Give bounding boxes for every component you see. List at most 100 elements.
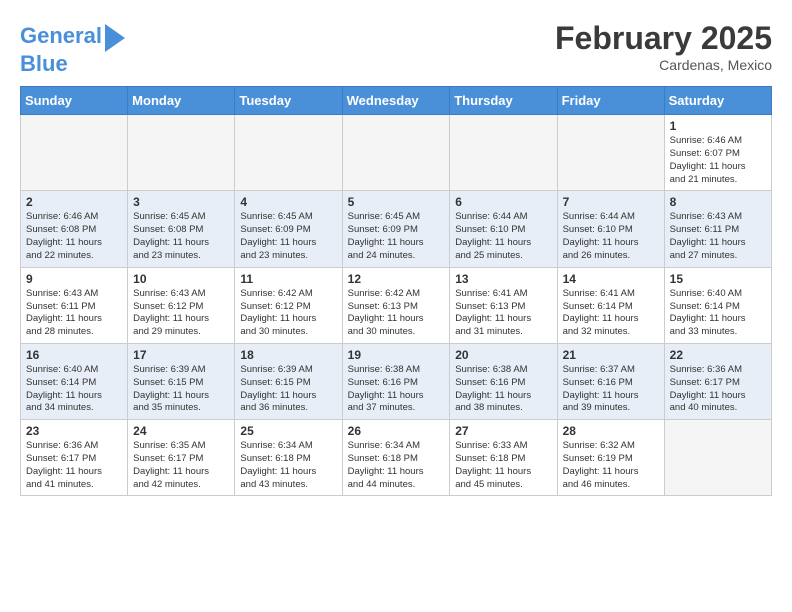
day-number: 26	[348, 424, 445, 438]
day-cell: 12 Sunrise: 6:42 AM Sunset: 6:13 PM Dayli…	[342, 267, 450, 343]
day-cell: 9 Sunrise: 6:43 AM Sunset: 6:11 PM Daylig…	[21, 267, 128, 343]
day-number: 22	[670, 348, 766, 362]
day-number: 1	[670, 119, 766, 133]
header-tuesday: Tuesday	[235, 87, 342, 115]
day-number: 24	[133, 424, 229, 438]
day-info: Sunrise: 6:44 AM Sunset: 6:10 PM Dayligh…	[455, 211, 551, 262]
calendar-week-row: 16 Sunrise: 6:40 AM Sunset: 6:14 PM Dayli…	[21, 343, 772, 419]
day-info: Sunrise: 6:45 AM Sunset: 6:09 PM Dayligh…	[348, 211, 445, 262]
day-info: Sunrise: 6:33 AM Sunset: 6:18 PM Dayligh…	[455, 440, 551, 491]
calendar-title: February 2025	[555, 20, 772, 57]
empty-cell	[235, 115, 342, 191]
day-number: 19	[348, 348, 445, 362]
day-number: 7	[563, 195, 659, 209]
day-number: 3	[133, 195, 229, 209]
day-info: Sunrise: 6:39 AM Sunset: 6:15 PM Dayligh…	[240, 364, 336, 415]
calendar-week-row: 1 Sunrise: 6:46 AM Sunset: 6:07 PM Daylig…	[21, 115, 772, 191]
day-number: 16	[26, 348, 122, 362]
header-sunday: Sunday	[21, 87, 128, 115]
day-info: Sunrise: 6:38 AM Sunset: 6:16 PM Dayligh…	[348, 364, 445, 415]
day-cell: 24 Sunrise: 6:35 AM Sunset: 6:17 PM Dayli…	[128, 420, 235, 496]
day-cell: 1 Sunrise: 6:46 AM Sunset: 6:07 PM Daylig…	[664, 115, 771, 191]
day-cell: 19 Sunrise: 6:38 AM Sunset: 6:16 PM Dayli…	[342, 343, 450, 419]
day-info: Sunrise: 6:41 AM Sunset: 6:14 PM Dayligh…	[563, 288, 659, 339]
day-number: 21	[563, 348, 659, 362]
day-cell: 25 Sunrise: 6:34 AM Sunset: 6:18 PM Dayli…	[235, 420, 342, 496]
calendar-week-row: 9 Sunrise: 6:43 AM Sunset: 6:11 PM Daylig…	[21, 267, 772, 343]
logo-text: General	[20, 24, 102, 48]
day-cell: 17 Sunrise: 6:39 AM Sunset: 6:15 PM Dayli…	[128, 343, 235, 419]
day-cell: 18 Sunrise: 6:39 AM Sunset: 6:15 PM Dayli…	[235, 343, 342, 419]
empty-cell	[21, 115, 128, 191]
day-cell: 6 Sunrise: 6:44 AM Sunset: 6:10 PM Daylig…	[450, 191, 557, 267]
day-info: Sunrise: 6:35 AM Sunset: 6:17 PM Dayligh…	[133, 440, 229, 491]
day-info: Sunrise: 6:40 AM Sunset: 6:14 PM Dayligh…	[670, 288, 766, 339]
calendar-header-row: SundayMondayTuesdayWednesdayThursdayFrid…	[21, 87, 772, 115]
empty-cell	[450, 115, 557, 191]
day-number: 14	[563, 272, 659, 286]
day-info: Sunrise: 6:43 AM Sunset: 6:11 PM Dayligh…	[26, 288, 122, 339]
day-number: 15	[670, 272, 766, 286]
calendar-week-row: 2 Sunrise: 6:46 AM Sunset: 6:08 PM Daylig…	[21, 191, 772, 267]
day-number: 28	[563, 424, 659, 438]
logo-arrow-icon	[105, 24, 125, 52]
day-cell: 28 Sunrise: 6:32 AM Sunset: 6:19 PM Dayli…	[557, 420, 664, 496]
day-number: 8	[670, 195, 766, 209]
day-cell: 7 Sunrise: 6:44 AM Sunset: 6:10 PM Daylig…	[557, 191, 664, 267]
day-number: 25	[240, 424, 336, 438]
day-info: Sunrise: 6:34 AM Sunset: 6:18 PM Dayligh…	[240, 440, 336, 491]
day-cell: 4Sunrise: 6:45 AM Sunset: 6:09 PM Daylig…	[235, 191, 342, 267]
day-info: Sunrise: 6:42 AM Sunset: 6:13 PM Dayligh…	[348, 288, 445, 339]
day-cell: 3 Sunrise: 6:45 AM Sunset: 6:08 PM Daylig…	[128, 191, 235, 267]
day-number: 9	[26, 272, 122, 286]
day-info: Sunrise: 6:41 AM Sunset: 6:13 PM Dayligh…	[455, 288, 551, 339]
day-info: Sunrise: 6:44 AM Sunset: 6:10 PM Dayligh…	[563, 211, 659, 262]
day-cell: 5 Sunrise: 6:45 AM Sunset: 6:09 PM Daylig…	[342, 191, 450, 267]
day-info: Sunrise: 6:36 AM Sunset: 6:17 PM Dayligh…	[26, 440, 122, 491]
calendar-subtitle: Cardenas, Mexico	[555, 57, 772, 73]
day-number: 2	[26, 195, 122, 209]
day-cell: 13 Sunrise: 6:41 AM Sunset: 6:13 PM Dayli…	[450, 267, 557, 343]
day-number: 5	[348, 195, 445, 209]
header-saturday: Saturday	[664, 87, 771, 115]
day-number: 17	[133, 348, 229, 362]
empty-cell	[664, 420, 771, 496]
day-info: Sunrise: 6:36 AM Sunset: 6:17 PM Dayligh…	[670, 364, 766, 415]
day-info: Sunrise: 6:40 AM Sunset: 6:14 PM Dayligh…	[26, 364, 122, 415]
empty-cell	[342, 115, 450, 191]
header-thursday: Thursday	[450, 87, 557, 115]
calendar-table: SundayMondayTuesdayWednesdayThursdayFrid…	[20, 86, 772, 496]
day-number: 20	[455, 348, 551, 362]
day-cell: 11Sunrise: 6:42 AM Sunset: 6:12 PM Dayli…	[235, 267, 342, 343]
day-number: 18	[240, 348, 336, 362]
day-info: Sunrise: 6:38 AM Sunset: 6:16 PM Dayligh…	[455, 364, 551, 415]
day-info: Sunrise: 6:32 AM Sunset: 6:19 PM Dayligh…	[563, 440, 659, 491]
title-block: February 2025 Cardenas, Mexico	[555, 20, 772, 73]
day-info: Sunrise: 6:46 AM Sunset: 6:08 PM Dayligh…	[26, 211, 122, 262]
day-number: 6	[455, 195, 551, 209]
day-cell: 20 Sunrise: 6:38 AM Sunset: 6:16 PM Dayli…	[450, 343, 557, 419]
day-info: Sunrise: 6:45 AM Sunset: 6:08 PM Dayligh…	[133, 211, 229, 262]
day-info: Sunrise: 6:43 AM Sunset: 6:12 PM Dayligh…	[133, 288, 229, 339]
day-info: Sunrise: 6:46 AM Sunset: 6:07 PM Dayligh…	[670, 135, 766, 186]
day-number: 23	[26, 424, 122, 438]
day-cell: 27 Sunrise: 6:33 AM Sunset: 6:18 PM Dayli…	[450, 420, 557, 496]
day-cell: 22 Sunrise: 6:36 AM Sunset: 6:17 PM Dayli…	[664, 343, 771, 419]
header-wednesday: Wednesday	[342, 87, 450, 115]
day-cell: 26 Sunrise: 6:34 AM Sunset: 6:18 PM Dayli…	[342, 420, 450, 496]
day-cell: 23 Sunrise: 6:36 AM Sunset: 6:17 PM Dayli…	[21, 420, 128, 496]
day-number: 12	[348, 272, 445, 286]
day-info: Sunrise: 6:37 AM Sunset: 6:16 PM Dayligh…	[563, 364, 659, 415]
empty-cell	[128, 115, 235, 191]
day-cell: 14 Sunrise: 6:41 AM Sunset: 6:14 PM Dayli…	[557, 267, 664, 343]
day-number: 27	[455, 424, 551, 438]
day-info: Sunrise: 6:39 AM Sunset: 6:15 PM Dayligh…	[133, 364, 229, 415]
day-number: 11	[240, 272, 336, 286]
day-cell: 21 Sunrise: 6:37 AM Sunset: 6:16 PM Dayli…	[557, 343, 664, 419]
day-info: Sunrise: 6:45 AM Sunset: 6:09 PM Dayligh…	[240, 211, 336, 262]
day-cell: 2 Sunrise: 6:46 AM Sunset: 6:08 PM Daylig…	[21, 191, 128, 267]
page-header: General Blue February 2025 Cardenas, Mex…	[20, 20, 772, 76]
day-info: Sunrise: 6:34 AM Sunset: 6:18 PM Dayligh…	[348, 440, 445, 491]
logo-blue: Blue	[20, 51, 68, 76]
day-number: 13	[455, 272, 551, 286]
